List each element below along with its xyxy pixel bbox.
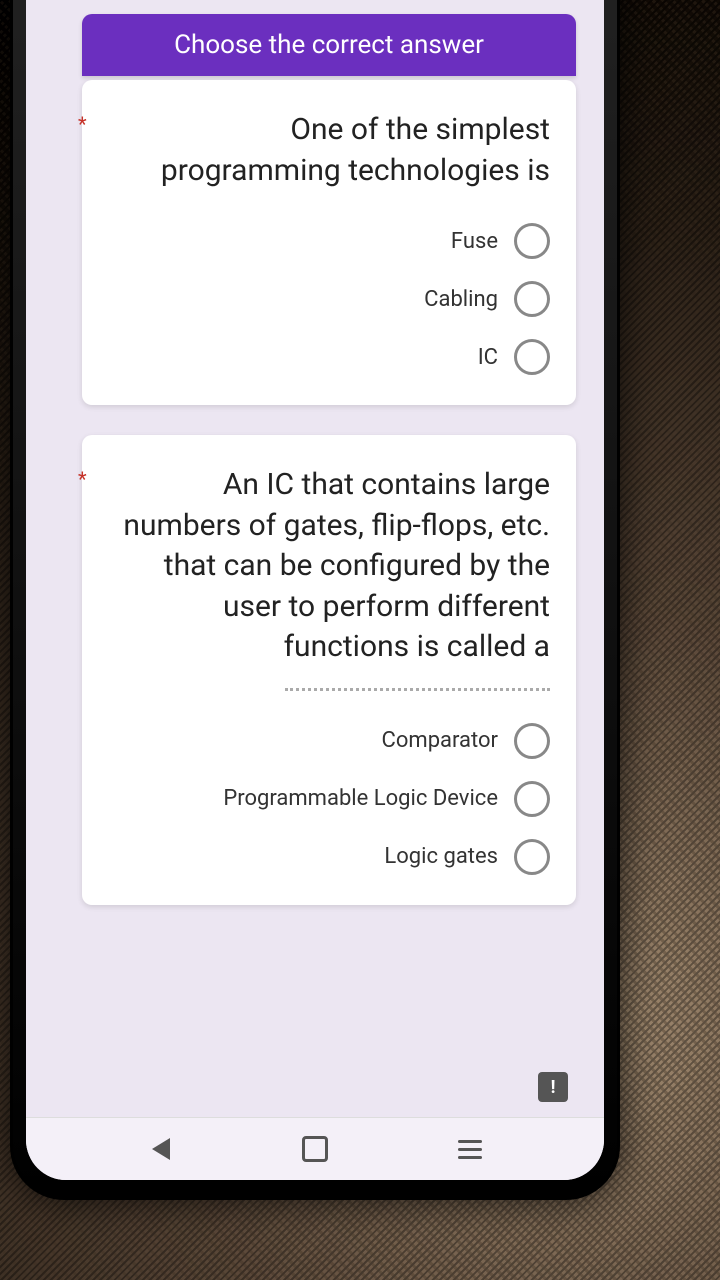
option-row[interactable]: Comparator: [108, 723, 550, 759]
required-label: *مطلوب: [82, 0, 576, 14]
nav-home-button[interactable]: [295, 1129, 335, 1169]
radio-icon[interactable]: [514, 339, 550, 375]
report-problem-button[interactable]: !: [538, 1072, 568, 1102]
option-row[interactable]: Cabling: [108, 281, 550, 317]
option-label: Cabling: [424, 287, 498, 312]
nav-back-button[interactable]: [141, 1129, 181, 1169]
exclamation-icon: !: [551, 1077, 556, 1098]
question-card: * One of the simplest programming techno…: [82, 80, 576, 405]
option-row[interactable]: Fuse: [108, 223, 550, 259]
question-text: One of the simplest programming technolo…: [108, 110, 550, 191]
question-text: An IC that contains large numbers of gat…: [108, 465, 550, 668]
menu-recent-icon: [458, 1140, 482, 1159]
form-content: *مطلوب Choose the correct answer * One o…: [26, 0, 604, 935]
radio-icon[interactable]: [514, 223, 550, 259]
option-label: Logic gates: [384, 844, 498, 869]
option-row[interactable]: IC: [108, 339, 550, 375]
option-label: Programmable Logic Device: [223, 786, 498, 811]
required-star: *: [78, 467, 87, 491]
option-label: IC: [478, 345, 498, 370]
radio-icon[interactable]: [514, 281, 550, 317]
radio-icon[interactable]: [514, 723, 550, 759]
radio-icon[interactable]: [514, 839, 550, 875]
option-row[interactable]: Programmable Logic Device: [108, 781, 550, 817]
radio-icon[interactable]: [514, 781, 550, 817]
option-label: Fuse: [451, 229, 498, 254]
triangle-back-icon: [152, 1138, 170, 1160]
phone-frame: *مطلوب Choose the correct answer * One o…: [10, 0, 620, 1200]
option-label: Comparator: [382, 728, 498, 753]
question-card: * An IC that contains large numbers of g…: [82, 435, 576, 905]
square-home-icon: [302, 1136, 328, 1162]
section-header: Choose the correct answer: [82, 14, 576, 76]
option-row[interactable]: Logic gates: [108, 839, 550, 875]
phone-screen: *مطلوب Choose the correct answer * One o…: [26, 0, 604, 1180]
nav-recent-button[interactable]: [450, 1129, 490, 1169]
required-star: *: [78, 112, 87, 136]
dotted-separator: [285, 688, 550, 691]
android-nav-bar: [26, 1117, 604, 1180]
